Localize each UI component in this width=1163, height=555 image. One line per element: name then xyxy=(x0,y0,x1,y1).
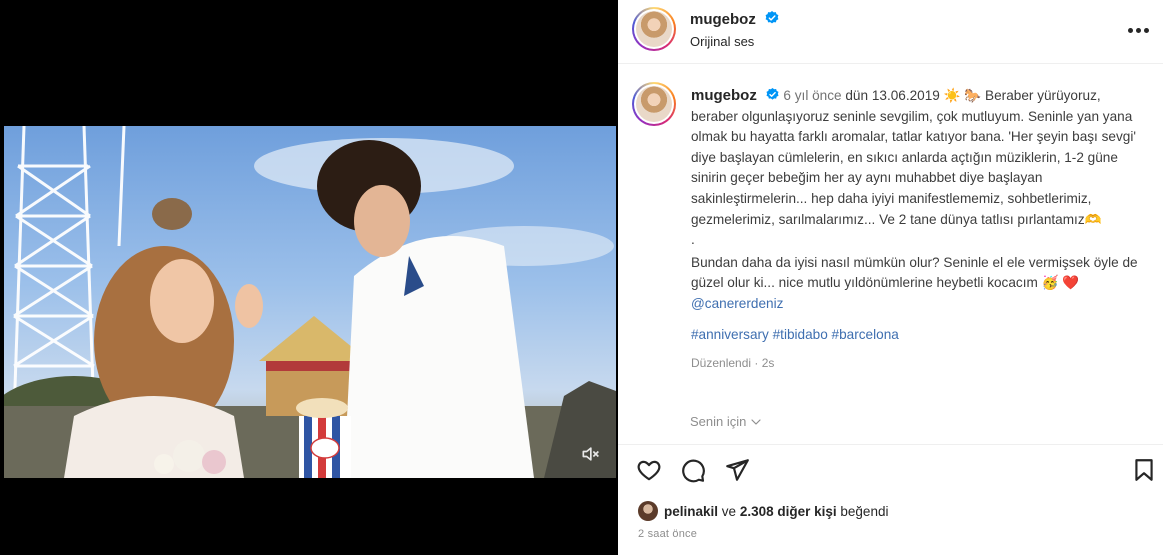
avatar[interactable] xyxy=(632,7,676,51)
caption-text-1: dün 13.06.2019 ☀️ 🐎 Beraber yürüyoruz, b… xyxy=(691,88,1136,227)
caption-time: 6 yıl önce xyxy=(783,88,842,103)
post-caption: mugeboz 6 yıl önce dün 13.06.2019 ☀️ 🐎 B… xyxy=(691,86,1145,374)
edited-label: Düzenlendi · 2s xyxy=(691,356,775,371)
paper-plane-icon[interactable] xyxy=(724,457,750,483)
for-you-label: Senin için xyxy=(690,414,747,429)
verified-badge-icon xyxy=(766,87,779,100)
bookmark-icon[interactable] xyxy=(1131,457,1157,483)
for-you-toggle[interactable]: Senin için xyxy=(690,414,762,429)
comment-icon[interactable] xyxy=(680,457,706,483)
liker-username[interactable]: pelinakil xyxy=(664,504,718,519)
likes-summary[interactable]: pelinakil ve 2.308 diğer kişi beğendi xyxy=(638,501,888,521)
post-header: mugeboz Orijinal ses xyxy=(618,0,1163,64)
likes-joiner: ve xyxy=(721,503,737,519)
caption-separator: . xyxy=(691,232,695,248)
likes-count[interactable]: 2.308 diğer kişi xyxy=(740,504,837,519)
header-username[interactable]: mugeboz xyxy=(690,11,756,28)
post-media[interactable] xyxy=(0,0,618,555)
audio-label[interactable]: Orijinal ses xyxy=(690,34,754,49)
heart-icon[interactable] xyxy=(636,457,662,483)
action-bar xyxy=(618,444,1163,492)
more-options-icon[interactable] xyxy=(1128,24,1152,36)
mute-button[interactable] xyxy=(576,440,604,468)
speaker-muted-icon xyxy=(582,447,599,461)
caption-text-2: Bundan daha da iyisi nasıl mümkün olur? … xyxy=(691,254,1138,291)
video-frame[interactable] xyxy=(4,126,616,478)
caption-avatar[interactable] xyxy=(632,82,676,126)
caption-username[interactable]: mugeboz xyxy=(691,87,757,104)
verified-badge-icon xyxy=(765,11,779,24)
chevron-down-icon xyxy=(751,418,761,425)
mention-link[interactable]: @canererdeniz xyxy=(691,296,783,311)
likes-suffix: beğendi xyxy=(840,503,889,519)
hashtags[interactable]: #anniversary #tibidabo #barcelona xyxy=(691,325,1145,346)
posted-ago: 2 saat önce xyxy=(638,528,698,540)
post-side-panel: mugeboz Orijinal ses mugeboz 6 yıl önce … xyxy=(618,0,1163,555)
liker-avatar[interactable] xyxy=(638,501,658,521)
video-still xyxy=(4,126,616,478)
